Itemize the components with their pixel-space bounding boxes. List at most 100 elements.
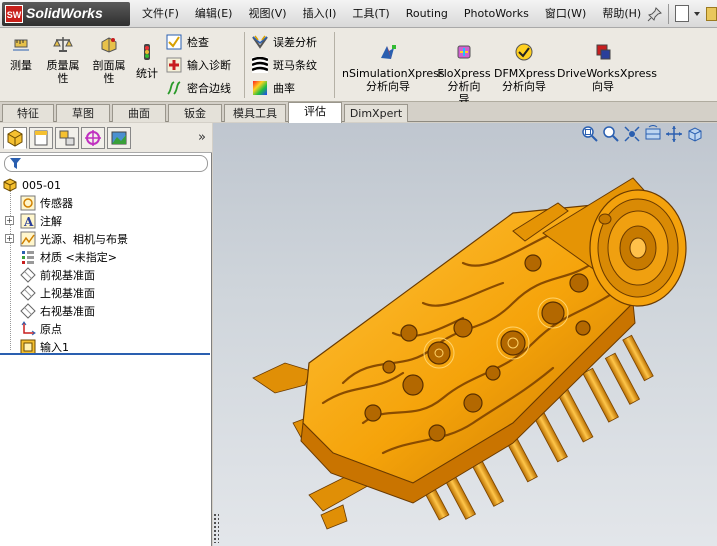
plane-icon [20, 285, 36, 301]
display-manager-tab[interactable] [107, 127, 131, 149]
statistics-label: 统计 [136, 67, 158, 80]
part-model [252, 177, 687, 530]
tree-item-sensors[interactable]: 传感器 [20, 194, 73, 212]
mass-properties-label-line1: 质量属 [46, 59, 80, 72]
annotations-icon: A [20, 213, 36, 229]
simulationxpress-button[interactable]: nSimulationXpress 分析向导 [342, 42, 445, 93]
menu-separator [668, 4, 669, 24]
tree-item-label: 注解 [40, 215, 62, 228]
check-label: 检查 [187, 36, 209, 49]
measure-button[interactable]: 测量 [6, 34, 36, 72]
tree-item-label: 材质 <未指定> [40, 251, 117, 264]
solidworks-logo[interactable]: SW SolidWorks [2, 2, 130, 26]
menu-edit[interactable]: 编辑(E) [187, 0, 241, 28]
driveworksxpress-label-line2: 向导 [592, 80, 614, 93]
tree-root[interactable]: 005-01 [2, 176, 61, 194]
sensor-icon [20, 195, 36, 211]
plane-icon [20, 303, 36, 319]
tree-item-label: 原点 [40, 323, 62, 336]
tree-item-origin[interactable]: 原点 [20, 320, 62, 338]
dimxpert-icon [85, 130, 101, 146]
section-properties-label: 剖面属 性 [88, 59, 130, 85]
driveworksxpress-button[interactable]: DriveWorksXpress 向导 [557, 42, 657, 93]
measure-label: 测量 [10, 59, 32, 72]
tree-item-lights-cameras[interactable]: 光源、相机与布景 [20, 230, 128, 248]
tab-features[interactable]: 特征 [2, 104, 54, 122]
tree-item-label: 右视基准面 [40, 305, 95, 318]
floxpress-icon [457, 45, 471, 59]
tab-sheet-metal[interactable]: 钣金 [168, 104, 222, 122]
import-diagnostics-button[interactable]: 输入诊断 [166, 55, 231, 75]
menu-tools[interactable]: 工具(T) [344, 0, 397, 28]
deviation-analysis-button[interactable]: 误差分析 [252, 32, 317, 52]
dfmxpress-label-line1: DFMXpress [494, 67, 556, 80]
feature-filter-input[interactable] [4, 155, 208, 172]
dimxpert-manager-tab[interactable] [81, 127, 105, 149]
solidworks-logo-mark: SW [5, 5, 23, 23]
app-title: SolidWorks [26, 5, 103, 21]
tab-mold-tools[interactable]: 模具工具 [224, 104, 286, 122]
tab-dimxpert[interactable]: DimXpert [344, 104, 408, 122]
tree-item-material[interactable]: 材质 <未指定> [20, 248, 117, 266]
tree-item-front-plane[interactable]: 前视基准面 [20, 266, 95, 284]
origin-icon [21, 321, 36, 336]
menu-photoworks[interactable]: PhotoWorks [456, 0, 537, 28]
close-edges-label: 密合边线 [187, 82, 231, 95]
resize-grip[interactable] [213, 513, 219, 543]
dfmxpress-button[interactable]: DFMXpress 分析向导 [494, 42, 556, 93]
pin-icon[interactable] [647, 6, 663, 22]
tree-root-label: 005-01 [22, 178, 61, 192]
tab-evaluate[interactable]: 评估 [288, 102, 342, 123]
property-manager-tab[interactable] [29, 127, 53, 149]
tree-connector [10, 190, 11, 350]
configuration-icon [59, 130, 75, 146]
curvature-button[interactable]: 曲率 [252, 78, 295, 98]
check-button[interactable]: 检查 [166, 32, 209, 52]
menu-view[interactable]: 视图(V) [240, 0, 294, 28]
dfmxpress-icon [515, 43, 533, 61]
mass-properties-button[interactable]: 质量属 性 [42, 34, 84, 85]
scale-icon [53, 37, 73, 52]
feature-manager-tabs: » [0, 123, 212, 153]
menu-bar: 文件(F) 编辑(E) 视图(V) 插入(I) 工具(T) Routing Ph… [134, 0, 649, 28]
tree-item-annotations[interactable]: A 注解 [20, 212, 62, 230]
statistics-button[interactable]: 统计 [133, 42, 161, 80]
zebra-stripes-button[interactable]: 斑马条纹 [252, 55, 317, 75]
menu-file[interactable]: 文件(F) [134, 0, 187, 28]
close-edges-button[interactable]: 密合边线 [166, 78, 231, 98]
menu-help[interactable]: 帮助(H) [594, 0, 649, 28]
feature-tree-tab[interactable] [3, 127, 27, 149]
tab-sketch[interactable]: 草图 [56, 104, 110, 122]
configuration-manager-tab[interactable] [55, 127, 79, 149]
part-icon [3, 178, 17, 192]
feature-manager-panel: » 005-01 传感器 + A 注解 + 光源、相机与布景 材质 <未指定> … [0, 123, 212, 546]
deviation-analysis-label: 误差分析 [273, 36, 317, 49]
curvature-label: 曲率 [273, 82, 295, 95]
material-icon [22, 251, 34, 264]
plane-icon [20, 267, 36, 283]
expand-icon[interactable]: + [5, 216, 14, 225]
tab-surfaces[interactable]: 曲面 [112, 104, 166, 122]
menu-routing[interactable]: Routing [398, 0, 456, 28]
more-tabs-icon[interactable]: » [198, 130, 206, 145]
graphics-area[interactable] [213, 123, 717, 546]
section-properties-label-line1: 剖面属 [92, 59, 126, 72]
open-folder-icon[interactable] [706, 7, 717, 21]
new-document-icon[interactable] [675, 5, 689, 22]
floxpress-button[interactable]: FloXpress 分析向 导 [436, 42, 492, 106]
new-dropdown-icon[interactable] [694, 12, 700, 16]
measure-icon [13, 39, 29, 51]
expand-icon[interactable]: + [5, 234, 14, 243]
part-icon [7, 129, 23, 147]
section-properties-button[interactable]: 剖面属 性 [88, 34, 130, 85]
menu-window[interactable]: 窗口(W) [537, 0, 594, 28]
tree-item-label: 传感器 [40, 197, 73, 210]
statistics-icon [144, 44, 150, 60]
section-properties-icon [101, 37, 117, 53]
lights-scene-icon [20, 231, 36, 247]
menu-insert[interactable]: 插入(I) [295, 0, 345, 28]
toolbar-separator [244, 32, 245, 98]
tree-item-top-plane[interactable]: 上视基准面 [20, 284, 95, 302]
property-manager-icon [34, 130, 48, 146]
tree-item-right-plane[interactable]: 右视基准面 [20, 302, 95, 320]
